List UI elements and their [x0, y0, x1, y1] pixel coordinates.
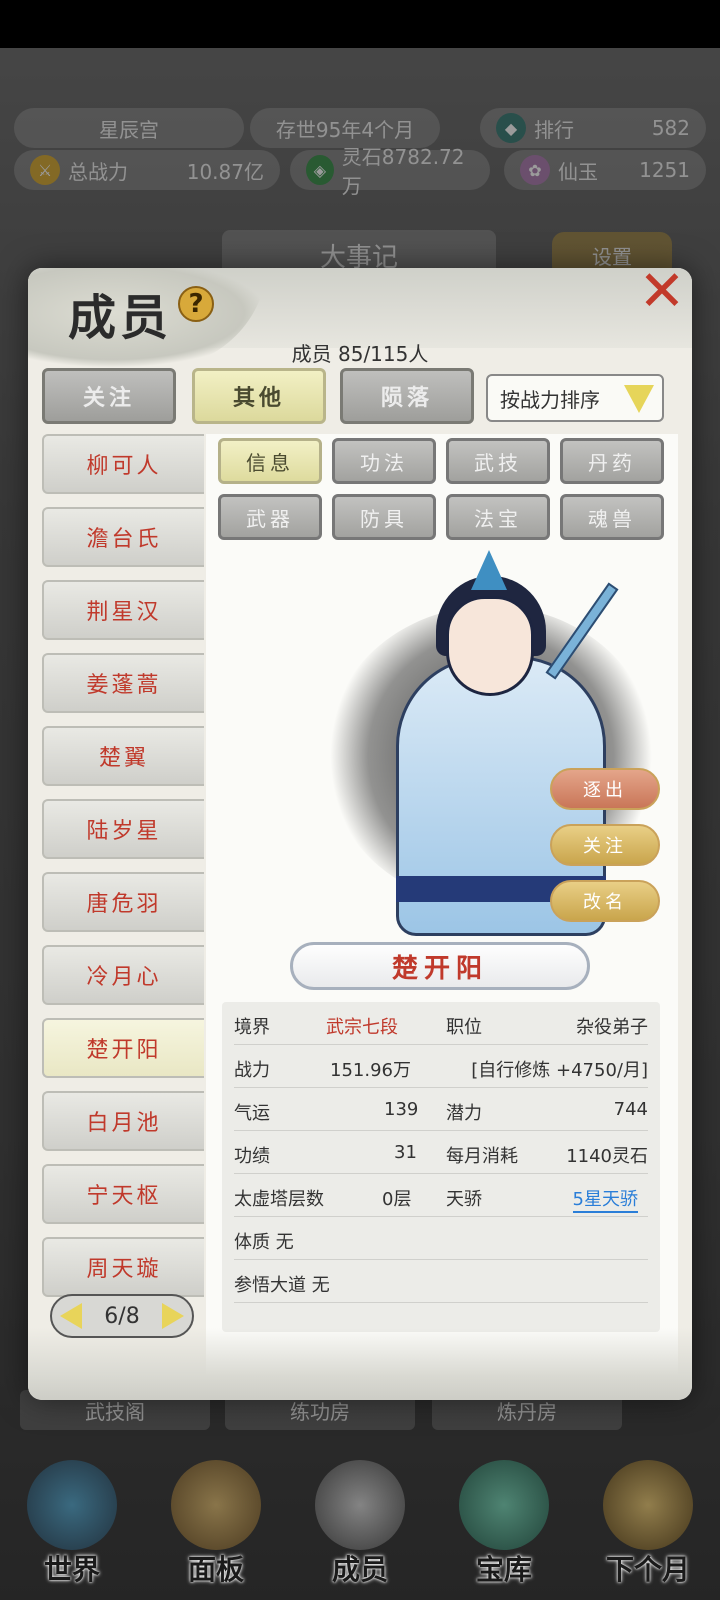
list-item[interactable]: 周天璇 [42, 1237, 204, 1297]
panel-icon [171, 1460, 261, 1550]
tab-fallen[interactable]: 陨落 [340, 368, 474, 424]
list-item[interactable]: 冷月心 [42, 945, 204, 1005]
position-label: 职位 [446, 1017, 482, 1038]
nav-next-month[interactable]: 下个月 [576, 1440, 720, 1600]
nav-treasury[interactable]: 宝库 [432, 1440, 576, 1600]
luck-label: 气运 [234, 1103, 270, 1124]
merit-label: 功绩 [234, 1146, 270, 1167]
treasury-icon [459, 1460, 549, 1550]
next-page-icon[interactable] [162, 1303, 184, 1329]
nav-panel-label: 面板 [187, 1553, 244, 1586]
subtab-techniques[interactable]: 武技 [446, 438, 550, 484]
combat-label: 战力 [234, 1060, 270, 1081]
nav-next-month-label: 下个月 [605, 1553, 690, 1586]
member-info-table: 境界 武宗七段 职位 杂役弟子 战力 151.96万 [自行修炼 +4750/月… [222, 1002, 660, 1332]
close-icon[interactable]: ✕ [634, 268, 690, 320]
nav-world-label: 世界 [43, 1553, 100, 1586]
info-row: 体质 无 [234, 1217, 648, 1260]
crown-ornament [471, 550, 507, 590]
subtab-skills[interactable]: 功法 [332, 438, 436, 484]
realm-label: 境界 [234, 1017, 270, 1038]
sort-dropdown[interactable]: 按战力排序 [486, 374, 664, 422]
info-row: 战力 151.96万 [自行修炼 +4750/月] [234, 1045, 648, 1088]
potential-value: 744 [613, 1099, 648, 1120]
subtab-weapon[interactable]: 武器 [218, 494, 322, 540]
list-item[interactable]: 荆星汉 [42, 580, 204, 640]
members-modal: 成员 ? ✕ 成员 85/115人 关注 其他 陨落 按战力排序 柳可人 澹台氏… [28, 268, 692, 1400]
position-value: 杂役弟子 [576, 1017, 648, 1038]
info-row: 太虚塔层数 0层 天骄 5星天骄 [234, 1174, 648, 1217]
subtab-pills[interactable]: 丹药 [560, 438, 664, 484]
tower-value: 0层 [382, 1189, 412, 1210]
tab-follow[interactable]: 关注 [42, 368, 176, 424]
sort-label: 按战力排序 [500, 387, 600, 412]
dao-text: 参悟大道 无 [234, 1275, 330, 1296]
cultivation-text: [自行修炼 +4750/月] [471, 1060, 648, 1081]
status-bar [0, 0, 720, 48]
nav-world[interactable]: 世界 [0, 1440, 144, 1600]
info-row: 气运 139 潜力 744 [234, 1088, 648, 1131]
physique-text: 体质 无 [234, 1232, 294, 1253]
nav-members[interactable]: 成员 [288, 1440, 432, 1600]
head [446, 596, 534, 696]
bottom-nav: 世界 面板 成员 宝库 下个月 [0, 1440, 720, 1600]
list-item[interactable]: 陆岁星 [42, 799, 204, 859]
subtab-spirit-beast[interactable]: 魂兽 [560, 494, 664, 540]
nav-members-label: 成员 [331, 1553, 388, 1586]
list-item[interactable]: 白月池 [42, 1091, 204, 1151]
cloud-decoration-footer [28, 1328, 692, 1400]
talent-link[interactable]: 5星天骄 [572, 1185, 638, 1213]
selected-member-name: 楚开阳 [290, 942, 590, 990]
list-item[interactable]: 柳可人 [42, 434, 204, 494]
page-indicator: 6/8 [104, 1303, 140, 1329]
combat-value: 151.96万 [330, 1060, 411, 1081]
member-detail-panel: 信息 功法 武技 丹药 武器 防具 法宝 魂兽 逐出 关注 改名 楚开阳 境界 … [206, 434, 678, 1400]
character-portrait [246, 546, 656, 936]
nav-treasury-label: 宝库 [475, 1553, 532, 1586]
list-item[interactable]: 姜蓬蒿 [42, 653, 204, 713]
subtab-artifact[interactable]: 法宝 [446, 494, 550, 540]
luck-value: 139 [384, 1099, 419, 1120]
merit-value: 31 [394, 1142, 417, 1163]
info-row: 境界 武宗七段 职位 杂役弟子 [234, 1002, 648, 1045]
member-list: 柳可人 澹台氏 荆星汉 姜蓬蒿 楚翼 陆岁星 唐危羽 冷月心 楚开阳 白月池 宁… [42, 434, 204, 1314]
nav-panel[interactable]: 面板 [144, 1440, 288, 1600]
list-item[interactable]: 唐危羽 [42, 872, 204, 932]
chevron-down-icon [624, 385, 654, 413]
members-count: 成员 85/115人 [291, 342, 429, 366]
tower-label: 太虚塔层数 [234, 1189, 324, 1210]
info-row: 功绩 31 每月消耗 1140灵石 [234, 1131, 648, 1174]
list-item[interactable]: 楚翼 [42, 726, 204, 786]
rename-button[interactable]: 改名 [550, 880, 660, 922]
prev-page-icon[interactable] [60, 1303, 82, 1329]
list-item[interactable]: 澹台氏 [42, 507, 204, 567]
list-item-selected[interactable]: 楚开阳 [42, 1018, 204, 1078]
list-item[interactable]: 宁天枢 [42, 1164, 204, 1224]
subtab-armor[interactable]: 防具 [332, 494, 436, 540]
cost-label: 每月消耗 [446, 1146, 518, 1167]
help-icon[interactable]: ? [178, 286, 214, 322]
info-row: 参悟大道 无 [234, 1260, 648, 1303]
pager: 6/8 [50, 1294, 194, 1338]
follow-button[interactable]: 关注 [550, 824, 660, 866]
potential-label: 潜力 [446, 1103, 482, 1124]
talent-label: 天骄 [446, 1189, 482, 1210]
world-icon [27, 1460, 117, 1550]
cost-value: 1140灵石 [566, 1146, 648, 1167]
next-month-icon [603, 1460, 693, 1550]
subtab-info[interactable]: 信息 [218, 438, 322, 484]
tab-other[interactable]: 其他 [192, 368, 326, 424]
members-icon [315, 1460, 405, 1550]
expel-button[interactable]: 逐出 [550, 768, 660, 810]
realm-value: 武宗七段 [326, 1017, 398, 1038]
